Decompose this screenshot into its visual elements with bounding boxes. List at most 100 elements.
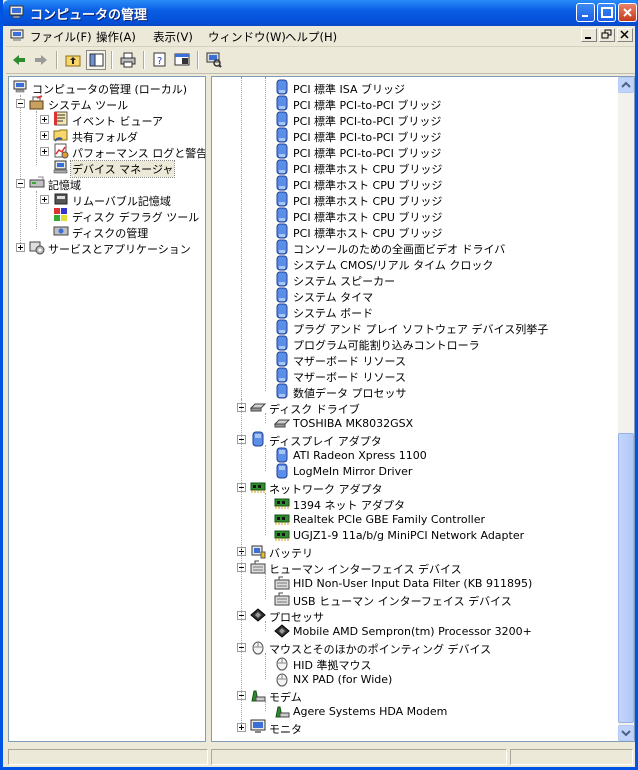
back-arrow-icon	[13, 55, 25, 65]
chip-icon	[274, 271, 290, 287]
chip-icon	[274, 111, 290, 127]
device-item[interactable]: システム CMOS/リアル タイム クロック	[212, 255, 612, 272]
menu-help[interactable]: ヘルプ(H)	[285, 29, 337, 45]
properties-button[interactable]: ?	[150, 50, 170, 70]
device-item[interactable]: ATI Radeon Xpress 1100	[212, 447, 612, 463]
device-item[interactable]: PCI 標準ホスト CPU ブリッジ	[212, 191, 612, 208]
device-item[interactable]: マザーボード リソース	[212, 367, 612, 384]
device-item[interactable]: TOSHIBA MK8032GSX	[212, 415, 612, 431]
device-item[interactable]: PCI 標準 PCI-to-PCI ブリッジ	[212, 127, 612, 144]
show-hide-tree-button[interactable]	[86, 50, 106, 70]
back-button[interactable]	[9, 50, 29, 70]
device-category[interactable]: ヒューマン インターフェイス デバイス	[212, 559, 612, 576]
expand-toggle[interactable]	[16, 243, 25, 252]
device-item[interactable]: マザーボード リソース	[212, 351, 612, 368]
device-item[interactable]: LogMeIn Mirror Driver	[212, 463, 612, 479]
device-item[interactable]: システム スピーカー	[212, 271, 612, 288]
console-tree-pane[interactable]: コンピュータの管理 (ローカル) システム ツール イベント ビューア 共有フォ…	[8, 76, 206, 742]
device-item[interactable]: PCI 標準 ISA ブリッジ	[212, 79, 612, 96]
device-item[interactable]: PCI 標準 PCI-to-PCI ブリッジ	[212, 143, 612, 160]
device-category[interactable]: プロセッサ	[212, 607, 612, 624]
processor-icon	[250, 607, 266, 623]
device-item[interactable]: システム ボード	[212, 303, 612, 320]
device-manager-icon	[53, 159, 69, 175]
tree-item-root[interactable]: コンピュータの管理 (ローカル)	[11, 79, 201, 96]
menu-action[interactable]: 操作(A)	[96, 29, 136, 45]
device-item[interactable]: 数値データ プロセッサ	[212, 383, 612, 400]
menu-window[interactable]: ウィンドウ(W)	[208, 29, 286, 45]
scroll-thumb[interactable]	[618, 433, 634, 723]
mouse-icon	[274, 671, 290, 687]
device-item[interactable]: プログラム可能割り込みコントローラ	[212, 335, 612, 352]
device-item[interactable]: HID Non-User Input Data Filter (KB 91189…	[212, 575, 612, 591]
collapse-toggle[interactable]	[16, 179, 25, 188]
tree-item-shared-folders[interactable]: 共有フォルダ	[11, 127, 201, 144]
scan-hardware-button[interactable]	[204, 50, 224, 70]
device-item[interactable]: コンソールのための全画面ビデオ ドライバ	[212, 239, 612, 256]
tree-item-system-tools[interactable]: システム ツール	[11, 95, 201, 112]
up-button[interactable]	[63, 50, 83, 70]
vertical-scrollbar[interactable]	[618, 77, 634, 741]
mdi-restore-button[interactable]	[599, 28, 615, 42]
device-category[interactable]: ディスプレイ アダプタ	[212, 431, 612, 448]
expand-toggle[interactable]	[40, 147, 49, 156]
device-item[interactable]: Agere Systems HDA Modem	[212, 703, 612, 719]
device-item[interactable]: Mobile AMD Sempron(tm) Processor 3200+	[212, 623, 612, 639]
scroll-down-arrow[interactable]	[618, 725, 634, 741]
device-item[interactable]: UGJZ1-9 11a/b/g MiniPCI Network Adapter	[212, 527, 612, 543]
expand-toggle[interactable]	[40, 115, 49, 124]
device-item[interactable]: PCI 標準ホスト CPU ブリッジ	[212, 207, 612, 224]
device-item[interactable]: PCI 標準ホスト CPU ブリッジ	[212, 223, 612, 240]
device-item[interactable]: HID 準拠マウス	[212, 655, 612, 672]
close-button[interactable]	[618, 3, 637, 22]
device-list-pane[interactable]: PCI 標準 ISA ブリッジ PCI 標準 PCI-to-PCI ブリッジ PCI…	[211, 76, 635, 742]
status-panel	[510, 749, 633, 765]
device-item[interactable]: NX PAD (for Wide)	[212, 671, 612, 687]
tree-connector	[265, 413, 266, 423]
show-hide-tree-icon	[89, 53, 104, 67]
expand-toggle[interactable]	[40, 195, 49, 204]
tree-item-device-manager[interactable]: デバイス マネージャ	[11, 159, 201, 178]
device-item[interactable]: PCI 標準 PCI-to-PCI ブリッジ	[212, 95, 612, 112]
device-item[interactable]: PCI 標準 PCI-to-PCI ブリッジ	[212, 111, 612, 128]
menu-view[interactable]: 表示(V)	[153, 29, 193, 45]
menu-file[interactable]: ファイル(F)	[30, 29, 92, 45]
tree-item-storage[interactable]: 記憶域	[11, 175, 201, 192]
chip-icon	[274, 287, 290, 303]
tree-item-services-apps[interactable]: サービスとアプリケーション	[11, 239, 201, 256]
tree-item-disk-defrag[interactable]: ディスク デフラグ ツール	[11, 207, 201, 224]
expand-toggle[interactable]	[40, 131, 49, 140]
device-item[interactable]: Realtek PCIe GBE Family Controller	[212, 511, 612, 527]
device-category[interactable]: マウスとそのほかのポインティング デバイス	[212, 639, 612, 656]
device-category[interactable]: バッテリ	[212, 543, 612, 560]
device-category[interactable]: ディスク ドライブ	[212, 399, 612, 416]
print-button[interactable]	[118, 50, 138, 70]
device-item[interactable]: USB ヒューマン インターフェイス デバイス	[212, 591, 612, 608]
mdi-minimize-button[interactable]	[581, 28, 597, 42]
title-bar[interactable]: コンピュータの管理	[3, 0, 638, 26]
device-category[interactable]: モニタ	[212, 719, 612, 736]
tree-item-disk-management[interactable]: ディスクの管理	[11, 223, 201, 240]
scroll-up-arrow[interactable]	[618, 77, 634, 93]
forward-arrow-icon	[35, 55, 47, 65]
device-item[interactable]: 1394 ネット アダプタ	[212, 495, 612, 512]
document-icon[interactable]	[10, 28, 26, 47]
device-category[interactable]: モデム	[212, 687, 612, 704]
device-item[interactable]: システム タイマ	[212, 287, 612, 304]
forward-button[interactable]	[31, 50, 51, 70]
device-item[interactable]: プラグ アンド プレイ ソフトウェア デバイス列挙子	[212, 319, 612, 336]
collapse-toggle[interactable]	[16, 99, 25, 108]
device-item[interactable]: PCI 標準ホスト CPU ブリッジ	[212, 159, 612, 176]
tree-item-removable-storage[interactable]: リムーバブル記憶域	[11, 191, 201, 208]
device-label: HID Non-User Input Data Filter (KB 91189…	[293, 577, 533, 590]
tree-connector	[265, 77, 266, 391]
tree-item-event-viewer[interactable]: イベント ビューア	[11, 111, 201, 128]
mdi-close-button[interactable]	[617, 28, 633, 42]
device-category[interactable]: ネットワーク アダプタ	[212, 479, 612, 496]
tree-item-performance[interactable]: パフォーマンス ログと警告	[11, 143, 205, 160]
minimize-button[interactable]	[576, 3, 595, 22]
toolbox-icon	[29, 95, 45, 111]
device-item[interactable]: PCI 標準ホスト CPU ブリッジ	[212, 175, 612, 192]
help-button[interactable]	[172, 50, 192, 70]
maximize-button[interactable]	[597, 3, 616, 22]
